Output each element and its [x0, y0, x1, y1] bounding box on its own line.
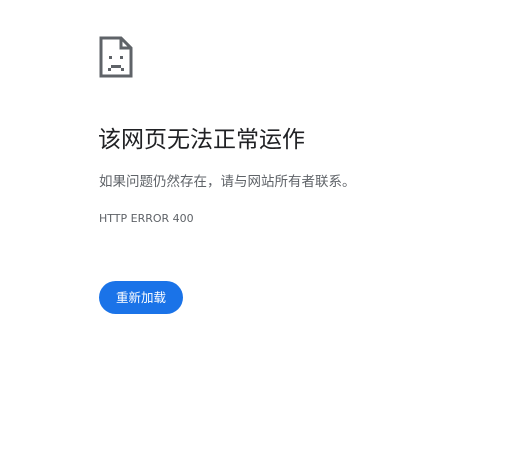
reload-button[interactable]: 重新加载	[99, 281, 183, 314]
error-message: 如果问题仍然存在，请与网站所有者联系。	[99, 174, 356, 190]
error-code: HTTP ERROR 400	[99, 212, 194, 225]
sad-page-icon	[99, 36, 133, 78]
page-title: 该网页无法正常运作	[98, 127, 305, 153]
error-page: 该网页无法正常运作 如果问题仍然存在，请与网站所有者联系。 HTTP ERROR…	[0, 0, 532, 462]
